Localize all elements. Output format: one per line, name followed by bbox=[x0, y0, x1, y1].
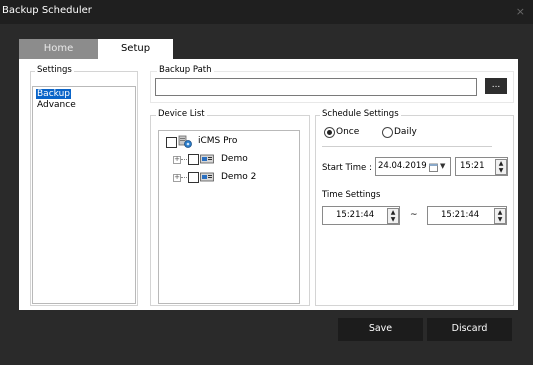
chevron-down-icon[interactable]: ▼ bbox=[440, 158, 445, 175]
time-settings-label: Time Settings bbox=[322, 190, 381, 200]
schedule-settings-group: Schedule Settings Once Daily Start Time … bbox=[315, 109, 514, 306]
time-range-separator: ~ bbox=[410, 210, 418, 220]
spin-down-icon[interactable]: ▼ bbox=[496, 167, 506, 174]
expand-demo2-icon[interactable]: + bbox=[173, 174, 181, 182]
expand-demo-icon[interactable]: + bbox=[173, 156, 181, 164]
device-root-label: iCMS Pro bbox=[198, 136, 238, 146]
discard-button[interactable]: Discard bbox=[427, 318, 512, 341]
spin-up-icon[interactable]: ▲ bbox=[388, 209, 398, 216]
time-from-field[interactable]: 15:21:44 ▲ ▼ bbox=[322, 206, 400, 225]
device-list-group: Device List iCMS Pro + Demo + Demo 2 bbox=[150, 109, 310, 306]
spin-up-icon[interactable]: ▲ bbox=[495, 209, 505, 216]
daily-radio[interactable] bbox=[382, 127, 393, 138]
start-date-value: 24.04.2019 bbox=[378, 161, 427, 171]
root-checkbox[interactable] bbox=[166, 137, 177, 148]
dvr-device-icon bbox=[200, 154, 214, 164]
start-time-label: Start Time : bbox=[322, 163, 372, 173]
spin-down-icon[interactable]: ▼ bbox=[495, 216, 505, 223]
tab-setup[interactable]: Setup bbox=[98, 39, 173, 59]
spin-down-icon[interactable]: ▼ bbox=[388, 216, 398, 223]
backup-scheduler-window: Backup Scheduler × Home Setup Settings B… bbox=[0, 0, 533, 365]
settings-item-advance-label: Advance bbox=[37, 100, 76, 110]
dvr-device-icon bbox=[200, 172, 214, 182]
save-button[interactable]: Save bbox=[338, 318, 423, 341]
divider bbox=[322, 146, 492, 147]
time-from-spinner[interactable]: ▲ ▼ bbox=[387, 208, 399, 224]
backup-path-group: Backup Path ... bbox=[150, 65, 514, 103]
device-demo-label: Demo bbox=[221, 154, 248, 164]
browse-button[interactable]: ... bbox=[485, 78, 507, 94]
settings-group: Settings Backup Advance bbox=[30, 65, 138, 306]
time-to-value: 15:21:44 bbox=[441, 210, 480, 220]
setup-panel: Settings Backup Advance Backup Path ... … bbox=[19, 59, 518, 310]
schedule-legend: Schedule Settings bbox=[320, 109, 401, 119]
settings-list[interactable]: Backup Advance bbox=[32, 86, 136, 304]
start-time-spinner[interactable]: ▲ ▼ bbox=[495, 159, 507, 175]
settings-item-backup-label: Backup bbox=[36, 89, 71, 99]
backup-path-legend: Backup Path bbox=[157, 65, 214, 75]
time-to-field[interactable]: 15:21:44 ▲ ▼ bbox=[427, 206, 507, 225]
tab-home[interactable]: Home bbox=[19, 39, 98, 59]
backup-path-input[interactable] bbox=[155, 78, 477, 96]
title-bar: Backup Scheduler × bbox=[0, 0, 533, 24]
demo-checkbox[interactable] bbox=[188, 154, 199, 165]
settings-item-backup[interactable]: Backup bbox=[36, 89, 71, 99]
once-radio[interactable] bbox=[324, 127, 335, 138]
calendar-icon[interactable] bbox=[429, 162, 438, 172]
settings-item-advance[interactable]: Advance bbox=[37, 100, 76, 110]
tree-connector bbox=[181, 159, 187, 160]
device-list-legend: Device List bbox=[156, 109, 207, 119]
device-tree[interactable]: iCMS Pro + Demo + Demo 2 bbox=[158, 130, 300, 304]
tree-connector bbox=[181, 177, 187, 178]
start-date-picker[interactable]: 24.04.2019 ▼ bbox=[375, 157, 451, 176]
once-label[interactable]: Once bbox=[336, 127, 359, 137]
time-from-value: 15:21:44 bbox=[336, 210, 375, 220]
demo2-checkbox[interactable] bbox=[188, 172, 199, 183]
close-icon[interactable]: × bbox=[516, 5, 525, 18]
start-time-field[interactable]: 15:21 ▲ ▼ bbox=[455, 157, 508, 176]
time-to-spinner[interactable]: ▲ ▼ bbox=[494, 208, 506, 224]
daily-label[interactable]: Daily bbox=[394, 127, 417, 137]
settings-legend: Settings bbox=[35, 65, 74, 75]
device-demo2-label: Demo 2 bbox=[221, 172, 257, 182]
window-title: Backup Scheduler bbox=[2, 5, 92, 16]
camera-server-icon bbox=[178, 135, 192, 148]
spin-up-icon[interactable]: ▲ bbox=[496, 160, 506, 167]
start-time-value: 15:21 bbox=[460, 161, 485, 171]
